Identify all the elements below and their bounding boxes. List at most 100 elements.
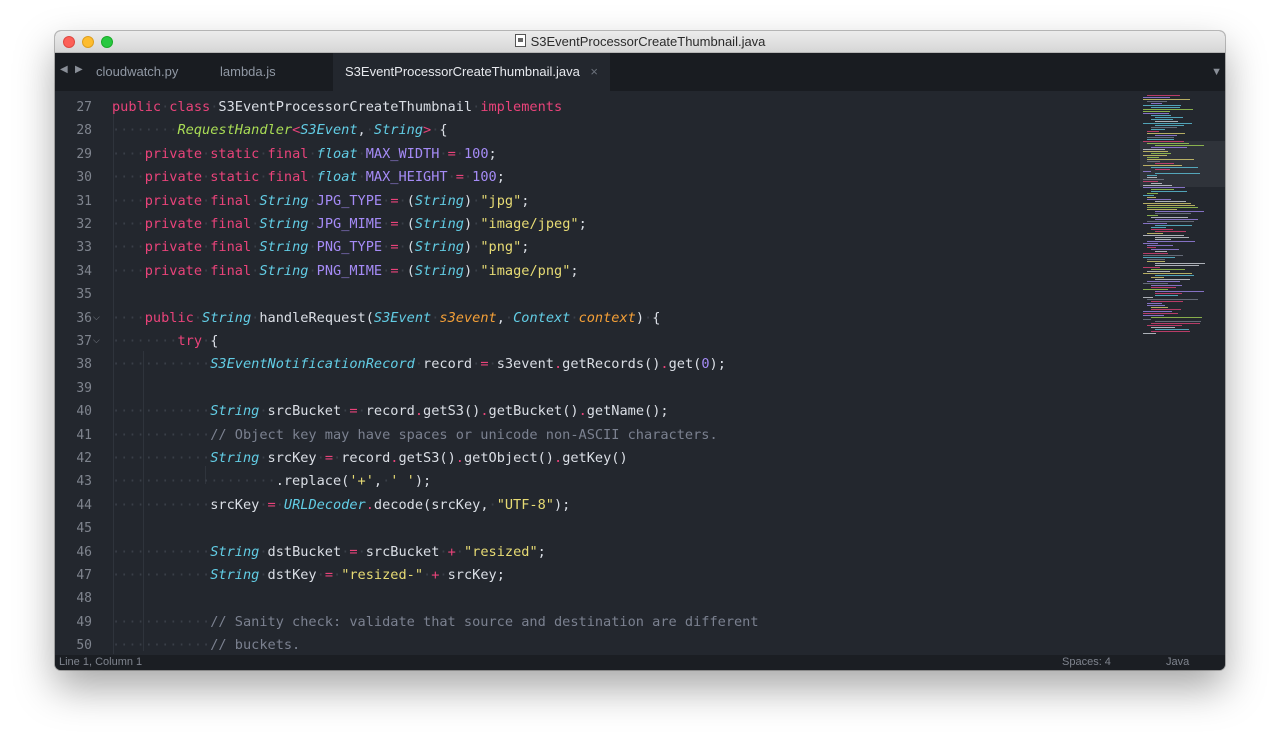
code-line[interactable]: ····public·String·handleRequest(S3Event·… bbox=[112, 307, 660, 330]
code-token: float bbox=[316, 169, 358, 186]
code-token: String bbox=[373, 122, 424, 139]
code-token: = bbox=[390, 262, 399, 279]
tab-lambda-js[interactable]: lambda.js bbox=[207, 53, 340, 91]
code-token: · bbox=[398, 239, 407, 256]
minimap-line bbox=[1151, 287, 1176, 288]
code-token: ( bbox=[406, 262, 415, 279]
minimap-line bbox=[1147, 271, 1170, 272]
tab-scroll-left-icon[interactable]: ◀ bbox=[60, 64, 68, 75]
code-token: URLDecoder bbox=[283, 496, 366, 513]
code-editor[interactable]: 27 28 29 30 31 32 33 34 35 36 ⌵ 37 ⌵ 38 39 40 41 42 43 44 45… bbox=[55, 91, 1225, 656]
line-number: 44 bbox=[76, 497, 92, 513]
tab-cloudwatch-py[interactable]: cloudwatch.py bbox=[83, 53, 216, 91]
minimap-line bbox=[1151, 309, 1181, 310]
minimap-line bbox=[1143, 179, 1164, 180]
code-token: ···· bbox=[112, 309, 145, 326]
code-token: · bbox=[333, 567, 342, 583]
code-line[interactable]: ············// Object key may have space… bbox=[112, 424, 718, 447]
code-token: srcKey bbox=[210, 496, 260, 513]
code-token: srcBucket bbox=[365, 543, 440, 560]
code-token: · bbox=[259, 145, 268, 162]
code-token: · bbox=[463, 169, 473, 186]
tab-scroll-right-icon[interactable]: ▶ bbox=[75, 64, 83, 75]
code-token: '+' bbox=[349, 473, 374, 490]
code-token: ···· bbox=[112, 145, 145, 162]
minimap-line bbox=[1151, 103, 1162, 104]
code-line[interactable]: ········RequestHandler<S3Event,·String>·… bbox=[112, 119, 448, 142]
code-line[interactable]: ········try·{ bbox=[112, 330, 218, 353]
minimap-line bbox=[1147, 143, 1189, 144]
code-line[interactable]: ············srcKey·=·URLDecoder.decode(s… bbox=[112, 494, 570, 517]
tab-close-icon[interactable]: × bbox=[590, 53, 598, 91]
line-number: 37 bbox=[76, 334, 92, 349]
code-token: · bbox=[398, 192, 407, 209]
fold-toggle-icon[interactable]: ⌵ bbox=[93, 313, 100, 323]
code-token: ···················· bbox=[112, 473, 276, 490]
code-token: · bbox=[259, 450, 268, 466]
minimap[interactable] bbox=[1140, 91, 1225, 656]
line-number: 48 bbox=[76, 591, 92, 607]
code-token: "resized" bbox=[463, 543, 538, 560]
minimap-line bbox=[1155, 293, 1182, 294]
minimap-line bbox=[1155, 225, 1192, 226]
indentation-setting[interactable]: Spaces: 4 bbox=[1062, 655, 1111, 670]
code-token: MAX_HEIGHT bbox=[365, 169, 448, 186]
code-token: ) bbox=[463, 216, 473, 232]
code-token: · bbox=[202, 169, 211, 186]
code-line[interactable]: ············// Sanity check: validate th… bbox=[112, 611, 759, 634]
code-token: PNG_TYPE bbox=[316, 239, 383, 256]
minimap-line bbox=[1143, 311, 1172, 312]
code-token: · bbox=[455, 145, 464, 162]
code-token: = bbox=[324, 450, 333, 466]
code-token: ············ bbox=[112, 637, 211, 654]
tab-menu-icon[interactable]: ▼ bbox=[1211, 66, 1222, 78]
code-token: getBucket() bbox=[488, 403, 579, 420]
code-line[interactable]: ············String·srcBucket·=·record.ge… bbox=[112, 400, 669, 423]
document-icon bbox=[514, 34, 526, 47]
minimap-line bbox=[1147, 133, 1185, 134]
minimap-line bbox=[1147, 161, 1160, 162]
code-line[interactable]: ············String·srcKey·=·record.getS3… bbox=[112, 447, 628, 470]
code-line[interactable]: ····private·final·String·PNG_TYPE·=·(Str… bbox=[112, 236, 529, 259]
cursor-position[interactable]: Line 1, Column 1 bbox=[59, 655, 142, 670]
code-token: S3Event bbox=[300, 122, 358, 139]
code-line[interactable]: ····private·static·final·float·MAX_HEIGH… bbox=[112, 166, 505, 189]
code-token: ) bbox=[463, 239, 473, 256]
code-line[interactable]: ····················.replace('+',·' '); bbox=[112, 470, 431, 493]
code-line[interactable]: ····private·final·String·JPG_TYPE·=·(Str… bbox=[112, 190, 529, 213]
code-line[interactable]: ············String·dstBucket·=·srcBucket… bbox=[112, 541, 546, 564]
minimap-line bbox=[1151, 153, 1171, 154]
code-token: ( bbox=[406, 216, 415, 232]
code-token: · bbox=[644, 309, 653, 326]
code-token: getObject() bbox=[463, 450, 554, 466]
code-line[interactable]: public·class·S3EventProcessorCreateThumb… bbox=[112, 96, 562, 119]
code-token: · bbox=[398, 216, 407, 232]
syntax-mode[interactable]: Java bbox=[1166, 655, 1189, 670]
code-token: · bbox=[439, 567, 448, 583]
minimap-line bbox=[1143, 195, 1154, 196]
code-token: , bbox=[496, 309, 505, 326]
code-line[interactable]: ············String·dstKey·=·"resized-"·+… bbox=[112, 564, 505, 587]
code-token: "image/jpeg" bbox=[480, 216, 579, 232]
code-line[interactable]: ············// buckets. bbox=[112, 634, 300, 656]
code-token: · bbox=[423, 567, 432, 583]
minimap-line bbox=[1151, 119, 1173, 120]
code-token: S3Event bbox=[373, 309, 432, 326]
code-line[interactable]: ····private·final·String·JPG_MIME·=·(Str… bbox=[112, 213, 587, 236]
minimap-line bbox=[1147, 209, 1177, 210]
tab-s3eventprocessor-java[interactable]: S3EventProcessorCreateThumbnail.java × bbox=[333, 53, 610, 91]
code-token: { bbox=[210, 333, 219, 349]
fold-toggle-icon[interactable]: ⌵ bbox=[93, 336, 100, 346]
code-token: final bbox=[210, 239, 252, 256]
code-line[interactable]: ····private·static·final·float·MAX_WIDTH… bbox=[112, 143, 497, 166]
code-area[interactable]: public · class · S3EventProcessorCreateThumb… bbox=[112, 91, 1135, 656]
minimap-line bbox=[1151, 285, 1182, 286]
code-line[interactable]: ············S3EventNotificationRecord·re… bbox=[112, 353, 726, 376]
code-token: · bbox=[308, 169, 317, 186]
code-token: implements bbox=[480, 99, 563, 115]
minimap-line bbox=[1155, 237, 1189, 238]
code-token: try bbox=[177, 333, 203, 349]
code-token: private bbox=[144, 239, 203, 256]
code-line[interactable]: ····private·final·String·PNG_MIME·=·(Str… bbox=[112, 260, 579, 283]
code-token: · bbox=[202, 262, 211, 279]
